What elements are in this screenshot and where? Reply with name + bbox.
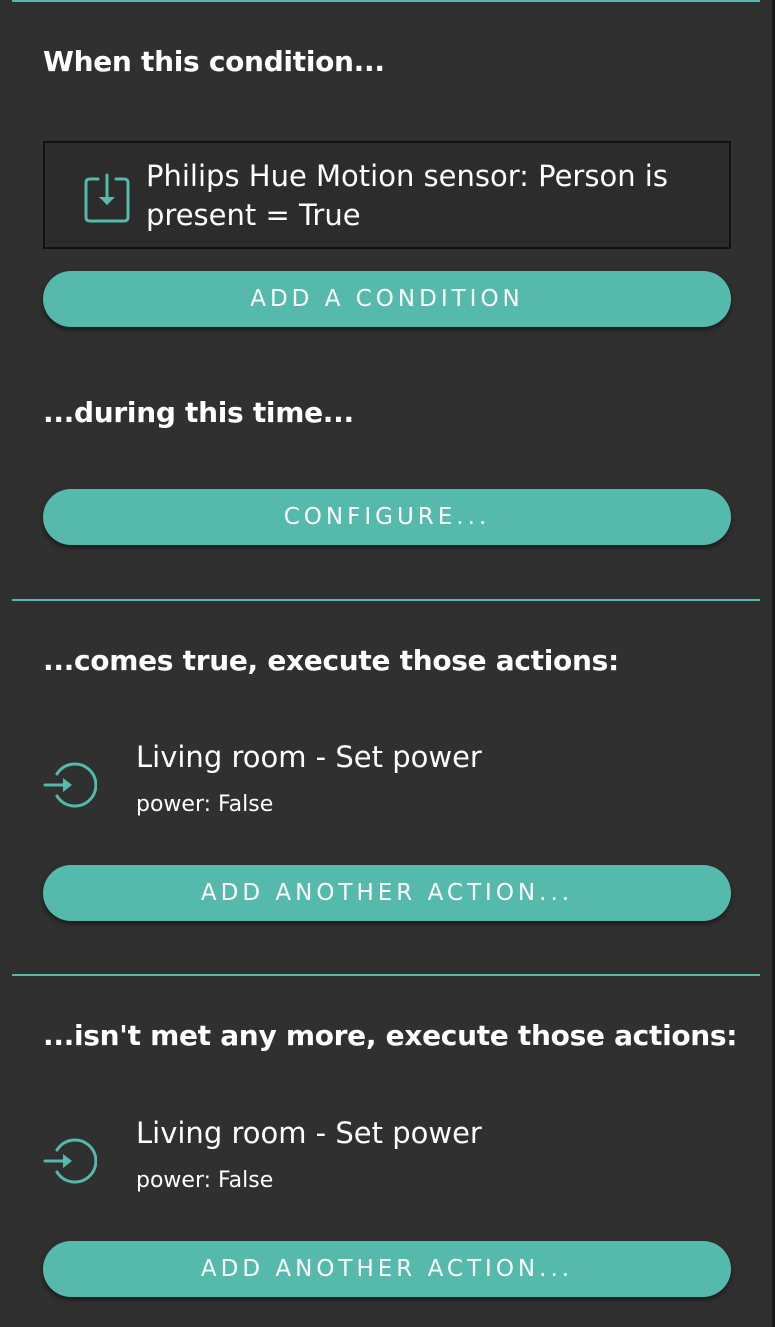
add-condition-button[interactable]: ADD A CONDITION <box>43 271 731 327</box>
add-action-button[interactable]: ADD ANOTHER ACTION... <box>43 1241 731 1297</box>
condition-text: Philips Hue Motion sensor: Person is pre… <box>146 159 668 232</box>
condition-heading: When this condition... <box>43 45 385 78</box>
section-divider <box>12 974 760 976</box>
false-actions-heading: ...isn't met any more, execute those act… <box>43 1019 738 1052</box>
action-detail: power: False <box>136 792 274 817</box>
add-action-button[interactable]: ADD ANOTHER ACTION... <box>43 865 731 921</box>
configure-time-button[interactable]: CONFIGURE... <box>43 489 731 545</box>
rule-editor-panel: When this condition... Philips Hue Motio… <box>0 0 775 1327</box>
time-heading: ...during this time... <box>43 396 354 429</box>
property-input-icon <box>84 173 130 223</box>
action-title: Living room - Set power <box>136 1116 482 1150</box>
action-item[interactable]: Living room - Set power power: False <box>43 1116 731 1216</box>
top-divider <box>12 0 760 2</box>
action-detail: power: False <box>136 1168 274 1193</box>
action-enter-icon <box>43 1138 97 1184</box>
action-item[interactable]: Living room - Set power power: False <box>43 740 731 840</box>
action-enter-icon <box>43 762 97 808</box>
action-title: Living room - Set power <box>136 740 482 774</box>
section-divider <box>12 599 760 601</box>
condition-item[interactable]: Philips Hue Motion sensor: Person is pre… <box>43 141 731 249</box>
true-actions-heading: ...comes true, execute those actions: <box>43 644 619 677</box>
